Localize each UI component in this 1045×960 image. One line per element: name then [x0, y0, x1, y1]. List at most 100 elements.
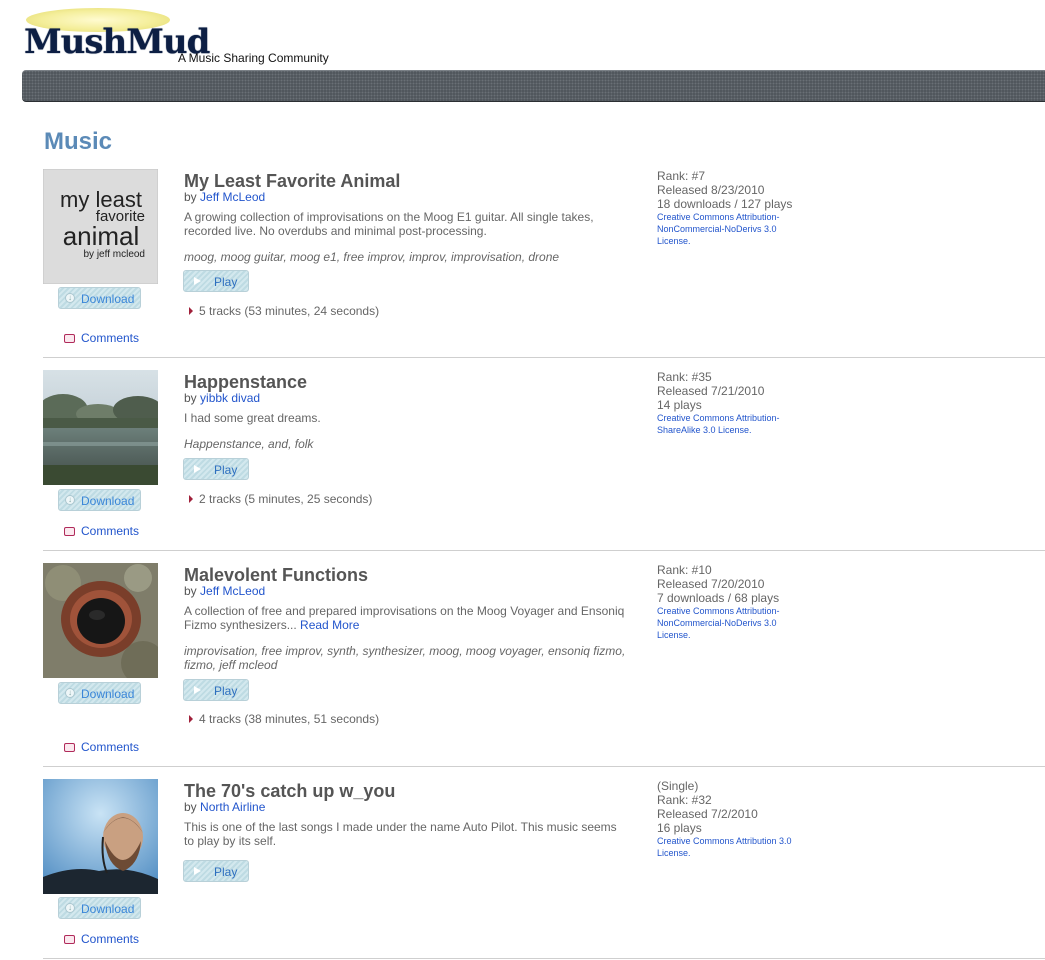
- tracks-toggle[interactable]: 2 tracks (5 minutes, 25 seconds): [189, 492, 372, 506]
- album-released: Released 7/2/2010: [657, 807, 758, 821]
- play-label: Play: [214, 463, 238, 477]
- expand-arrow-icon: [189, 715, 193, 723]
- license-link[interactable]: Creative Commons Attribution 3.0 License…: [657, 835, 807, 859]
- album-tags: improvisation, free improv, synth, synth…: [184, 644, 626, 672]
- cover-text: animal: [63, 221, 140, 251]
- site-logo[interactable]: MushMud: [24, 8, 210, 66]
- play-button[interactable]: Play: [183, 860, 249, 882]
- album-released: Released 8/23/2010: [657, 183, 765, 197]
- row-divider: [43, 550, 1045, 551]
- expand-arrow-icon: [189, 495, 193, 503]
- album-tags: Happenstance, and, folk: [184, 437, 314, 451]
- album-rank: Rank: #32: [657, 793, 712, 807]
- row-divider: [43, 958, 1045, 959]
- download-button[interactable]: ↓ Download: [58, 287, 141, 309]
- comment-icon: [64, 935, 75, 944]
- license-link[interactable]: Creative Commons Attribution-NonCommerci…: [657, 605, 807, 641]
- album-cover[interactable]: [43, 563, 158, 678]
- by-label: by: [184, 391, 197, 405]
- tracks-toggle[interactable]: 4 tracks (38 minutes, 51 seconds): [189, 712, 379, 726]
- album-cover[interactable]: [43, 370, 158, 485]
- album-released: Released 7/21/2010: [657, 384, 765, 398]
- play-button[interactable]: Play: [183, 270, 249, 292]
- nav-bar: [22, 70, 1045, 102]
- download-label: Download: [81, 902, 135, 916]
- album-single-tag: (Single): [657, 779, 699, 793]
- play-label: Play: [214, 684, 238, 698]
- download-label: Download: [81, 494, 135, 508]
- row-divider: [43, 357, 1045, 358]
- tracks-summary: 2 tracks (5 minutes, 25 seconds): [199, 492, 373, 506]
- description-text: A collection of free and prepared improv…: [184, 604, 625, 632]
- album-title[interactable]: Happenstance: [184, 372, 307, 393]
- album-meta: Rank: #35 Released 7/21/2010 14 plays Cr…: [657, 370, 807, 436]
- album-cover[interactable]: [43, 779, 158, 894]
- comments-link[interactable]: Comments: [64, 740, 139, 754]
- album-description: I had some great dreams.: [184, 411, 321, 425]
- play-icon: [194, 277, 201, 285]
- album-title[interactable]: My Least Favorite Animal: [184, 171, 400, 192]
- by-label: by: [184, 190, 197, 204]
- download-button[interactable]: ↓ Download: [58, 897, 141, 919]
- album-stats: 16 plays: [657, 821, 702, 835]
- album-stats: 14 plays: [657, 398, 702, 412]
- download-icon: ↓: [65, 903, 75, 913]
- album-byline: by North Airline: [184, 800, 265, 814]
- album-cover-art: [43, 779, 158, 894]
- album-title[interactable]: Malevolent Functions: [184, 565, 368, 586]
- album-cover-art: [43, 370, 158, 485]
- download-icon: ↓: [65, 293, 75, 303]
- comment-icon: [64, 334, 75, 343]
- artist-link[interactable]: Jeff McLeod: [200, 190, 265, 204]
- comment-icon: [64, 527, 75, 536]
- comments-label: Comments: [81, 740, 140, 754]
- album-byline: by yibbk divad: [184, 391, 260, 405]
- download-label: Download: [81, 687, 135, 701]
- album-meta: Rank: #10 Released 7/20/2010 7 downloads…: [657, 563, 807, 641]
- artist-link[interactable]: yibbk divad: [200, 391, 260, 405]
- album-meta: (Single) Rank: #32 Released 7/2/2010 16 …: [657, 779, 807, 859]
- album-meta: Rank: #7 Released 8/23/2010 18 downloads…: [657, 169, 807, 247]
- by-label: by: [184, 800, 197, 814]
- comments-label: Comments: [81, 524, 140, 538]
- play-icon: [194, 465, 201, 473]
- album-title[interactable]: The 70's catch up w_you: [184, 781, 395, 802]
- album-rank: Rank: #7: [657, 169, 706, 183]
- album-cover[interactable]: my least favorite animal by jeff mcleod: [43, 169, 158, 284]
- license-link[interactable]: Creative Commons Attribution-ShareAlike …: [657, 412, 807, 436]
- comment-icon: [64, 743, 75, 752]
- cover-text: by jeff mcleod: [83, 249, 145, 260]
- play-button[interactable]: Play: [183, 679, 249, 701]
- download-button[interactable]: ↓ Download: [58, 489, 141, 511]
- comments-link[interactable]: Comments: [64, 932, 139, 946]
- download-button[interactable]: ↓ Download: [58, 682, 141, 704]
- row-divider: [43, 766, 1045, 767]
- tracks-toggle[interactable]: 5 tracks (53 minutes, 24 seconds): [189, 304, 379, 318]
- album-rank: Rank: #35: [657, 370, 712, 384]
- artist-link[interactable]: Jeff McLeod: [200, 584, 265, 598]
- download-icon: ↓: [65, 688, 75, 698]
- album-released: Released 7/20/2010: [657, 577, 765, 591]
- album-description: This is one of the last songs I made und…: [184, 820, 617, 848]
- license-link[interactable]: Creative Commons Attribution-NonCommerci…: [657, 211, 807, 247]
- tracks-summary: 5 tracks (53 minutes, 24 seconds): [199, 304, 380, 318]
- comments-link[interactable]: Comments: [64, 331, 139, 345]
- album-cover-art: my least favorite animal by jeff mcleod: [43, 169, 158, 284]
- download-label: Download: [81, 292, 135, 306]
- artist-link[interactable]: North Airline: [200, 800, 265, 814]
- album-description: A growing collection of improvisations o…: [184, 210, 594, 238]
- play-button[interactable]: Play: [183, 458, 249, 480]
- comments-label: Comments: [81, 331, 140, 345]
- page-title: Music: [44, 128, 113, 155]
- album-byline: by Jeff McLeod: [184, 584, 265, 598]
- download-icon: ↓: [65, 495, 75, 505]
- play-label: Play: [214, 275, 238, 289]
- album-stats: 18 downloads / 127 plays: [657, 197, 793, 211]
- comments-label: Comments: [81, 932, 140, 946]
- comments-link[interactable]: Comments: [64, 524, 139, 538]
- album-stats: 7 downloads / 68 plays: [657, 591, 780, 605]
- expand-arrow-icon: [189, 307, 193, 315]
- read-more-link[interactable]: Read More: [300, 618, 359, 632]
- album-byline: by Jeff McLeod: [184, 190, 265, 204]
- tracks-summary: 4 tracks (38 minutes, 51 seconds): [199, 712, 380, 726]
